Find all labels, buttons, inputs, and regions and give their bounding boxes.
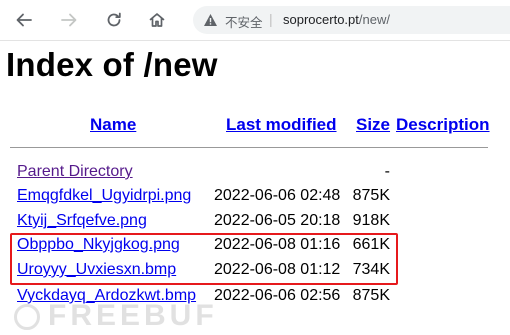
file-modified: 2022-06-06 02:56 <box>214 287 341 304</box>
url-text[interactable]: soprocerto.pt/new/ <box>283 12 390 27</box>
back-button[interactable] <box>11 7 37 33</box>
warning-triangle-icon[interactable] <box>203 13 218 30</box>
column-header-name[interactable]: Name <box>90 115 136 135</box>
home-button[interactable] <box>144 7 170 33</box>
column-header-last-modified[interactable]: Last modified <box>226 115 337 135</box>
file-size: 875K <box>352 187 390 204</box>
page-title: Index of /new <box>6 46 218 83</box>
parent-size: - <box>384 163 390 180</box>
file-size: 918K <box>352 212 390 229</box>
address-bar[interactable]: 不安全 | soprocerto.pt/new/ <box>193 6 510 34</box>
parent-directory-row: Parent Directory - <box>0 163 510 187</box>
arrow-left-icon <box>16 13 32 27</box>
column-header-size[interactable]: Size <box>356 115 390 135</box>
file-modified: 2022-06-06 02:48 <box>214 187 341 204</box>
file-row: Vyckdayq_Ardozkwt.bmp 2022-06-06 02:56 8… <box>0 287 510 311</box>
reload-button[interactable] <box>101 7 127 33</box>
home-icon <box>149 13 165 27</box>
file-size: 875K <box>352 287 390 304</box>
header-divider <box>10 147 488 148</box>
parent-directory-link[interactable]: Parent Directory <box>17 163 133 181</box>
arrow-right-icon <box>61 13 77 27</box>
security-label[interactable]: 不安全 <box>225 12 263 31</box>
file-modified: 2022-06-05 20:18 <box>214 212 341 229</box>
reload-icon <box>107 12 121 27</box>
address-separator: | <box>269 11 273 27</box>
url-host: soprocerto.pt <box>283 12 359 27</box>
file-row: Emqgfdkel_Ugyidrpi.png 2022-06-06 02:48 … <box>0 187 510 211</box>
file-link[interactable]: Vyckdayq_Ardozkwt.bmp <box>17 287 196 305</box>
column-header-description[interactable]: Description <box>396 115 490 135</box>
browser-toolbar: 不安全 | soprocerto.pt/new/ <box>0 0 510 41</box>
highlight-box <box>10 233 398 285</box>
forward-button[interactable] <box>56 7 82 33</box>
url-path: /new/ <box>358 12 390 27</box>
file-link[interactable]: Emqgfdkel_Ugyidrpi.png <box>17 187 191 205</box>
file-link[interactable]: Ktyij_Srfqefve.png <box>17 212 147 230</box>
